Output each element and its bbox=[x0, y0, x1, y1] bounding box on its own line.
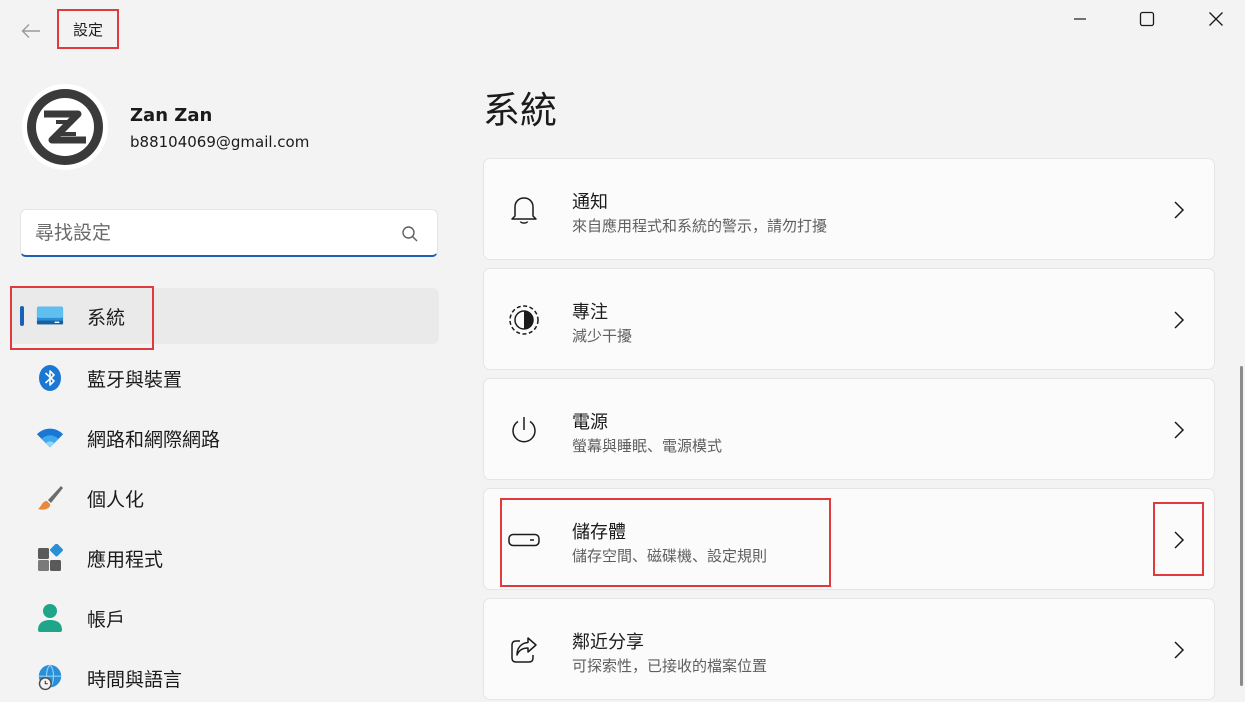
scrollbar[interactable] bbox=[1240, 366, 1243, 686]
sidebar-item-personalization[interactable]: 個人化 bbox=[0, 468, 440, 528]
sidebar-nav: 系統 藍牙與裝置 網路和網際網路 個人化 應用程式 帳戶 時間與語言 bbox=[0, 288, 440, 702]
bluetooth-icon bbox=[36, 364, 64, 392]
chevron-right-icon[interactable] bbox=[1168, 529, 1190, 551]
sidebar-item-label: 藍牙與裝置 bbox=[87, 368, 183, 391]
card-subtitle: 減少干擾 bbox=[572, 327, 633, 345]
card-power[interactable]: 電源 螢幕與睡眠、電源模式 bbox=[483, 378, 1215, 480]
globe-clock-icon bbox=[36, 664, 64, 692]
chevron-right-icon[interactable] bbox=[1168, 199, 1190, 221]
search-box[interactable] bbox=[20, 209, 438, 257]
card-storage[interactable]: 儲存體 儲存空間、磁碟機、設定規則 bbox=[483, 488, 1215, 590]
sidebar-item-apps[interactable]: 應用程式 bbox=[0, 528, 440, 588]
card-title: 儲存體 bbox=[572, 522, 626, 543]
sidebar-item-label: 帳戶 bbox=[87, 608, 126, 631]
card-focus[interactable]: 專注 減少干擾 bbox=[483, 268, 1215, 370]
user-email: b88104069@gmail.com bbox=[130, 133, 310, 151]
paintbrush-icon bbox=[36, 484, 64, 512]
storage-drive-icon bbox=[508, 524, 540, 556]
sidebar-item-label: 個人化 bbox=[87, 488, 145, 511]
avatar[interactable] bbox=[22, 84, 108, 170]
selection-indicator bbox=[20, 306, 24, 326]
person-icon bbox=[36, 604, 64, 632]
sidebar-item-bluetooth[interactable]: 藍牙與裝置 bbox=[0, 348, 440, 408]
back-arrow-icon bbox=[21, 24, 40, 38]
title-bar: 設定 bbox=[0, 0, 1245, 56]
app-title: 設定 bbox=[57, 9, 119, 49]
user-profile[interactable]: Zan Zan b88104069@gmail.com bbox=[22, 84, 442, 174]
card-subtitle: 儲存空間、磁碟機、設定規則 bbox=[572, 547, 768, 565]
sidebar-item-label: 網路和網際網路 bbox=[87, 428, 221, 451]
bell-icon bbox=[508, 194, 540, 226]
card-title: 通知 bbox=[572, 192, 608, 213]
chevron-right-icon[interactable] bbox=[1168, 639, 1190, 661]
maximize-button[interactable] bbox=[1124, 0, 1170, 38]
card-subtitle: 可探索性，已接收的檔案位置 bbox=[572, 657, 768, 675]
sidebar-item-label: 系統 bbox=[87, 306, 126, 329]
card-subtitle: 螢幕與睡眠、電源模式 bbox=[572, 437, 723, 455]
sidebar-item-time-language[interactable]: 時間與語言 bbox=[0, 648, 440, 702]
user-name: Zan Zan bbox=[130, 105, 213, 126]
sidebar-item-system[interactable]: 系統 bbox=[10, 288, 439, 344]
close-icon bbox=[1209, 12, 1223, 26]
page-title: 系統 bbox=[483, 89, 557, 132]
card-title: 電源 bbox=[572, 412, 608, 433]
system-display-icon bbox=[36, 302, 64, 330]
card-title: 專注 bbox=[572, 302, 608, 323]
back-button[interactable] bbox=[14, 14, 48, 48]
chevron-right-icon[interactable] bbox=[1168, 309, 1190, 331]
apps-icon bbox=[36, 544, 64, 572]
card-title: 鄰近分享 bbox=[572, 632, 644, 653]
chevron-right-icon[interactable] bbox=[1168, 419, 1190, 441]
sidebar-item-accounts[interactable]: 帳戶 bbox=[0, 588, 440, 648]
search-input[interactable] bbox=[35, 219, 395, 247]
sidebar-item-label: 時間與語言 bbox=[87, 668, 183, 691]
card-notifications[interactable]: 通知 來自應用程式和系統的警示，請勿打擾 bbox=[483, 158, 1215, 260]
share-icon bbox=[508, 634, 540, 666]
minimize-button[interactable] bbox=[1057, 0, 1103, 38]
maximize-icon bbox=[1139, 11, 1155, 27]
wifi-icon bbox=[36, 424, 64, 452]
focus-icon bbox=[508, 304, 540, 336]
minimize-icon bbox=[1074, 18, 1086, 20]
card-nearby-sharing[interactable]: 鄰近分享 可探索性，已接收的檔案位置 bbox=[483, 598, 1215, 700]
sidebar-item-label: 應用程式 bbox=[87, 548, 164, 571]
power-icon bbox=[508, 414, 540, 446]
avatar-logo-icon bbox=[27, 89, 103, 165]
close-button[interactable] bbox=[1193, 0, 1239, 38]
search-icon[interactable] bbox=[401, 225, 419, 243]
card-subtitle: 來自應用程式和系統的警示，請勿打擾 bbox=[572, 217, 828, 235]
sidebar-item-network[interactable]: 網路和網際網路 bbox=[0, 408, 440, 468]
settings-card-list: 通知 來自應用程式和系統的警示，請勿打擾 專注 減少干擾 電源 螢幕與睡眠、電源… bbox=[483, 158, 1215, 702]
